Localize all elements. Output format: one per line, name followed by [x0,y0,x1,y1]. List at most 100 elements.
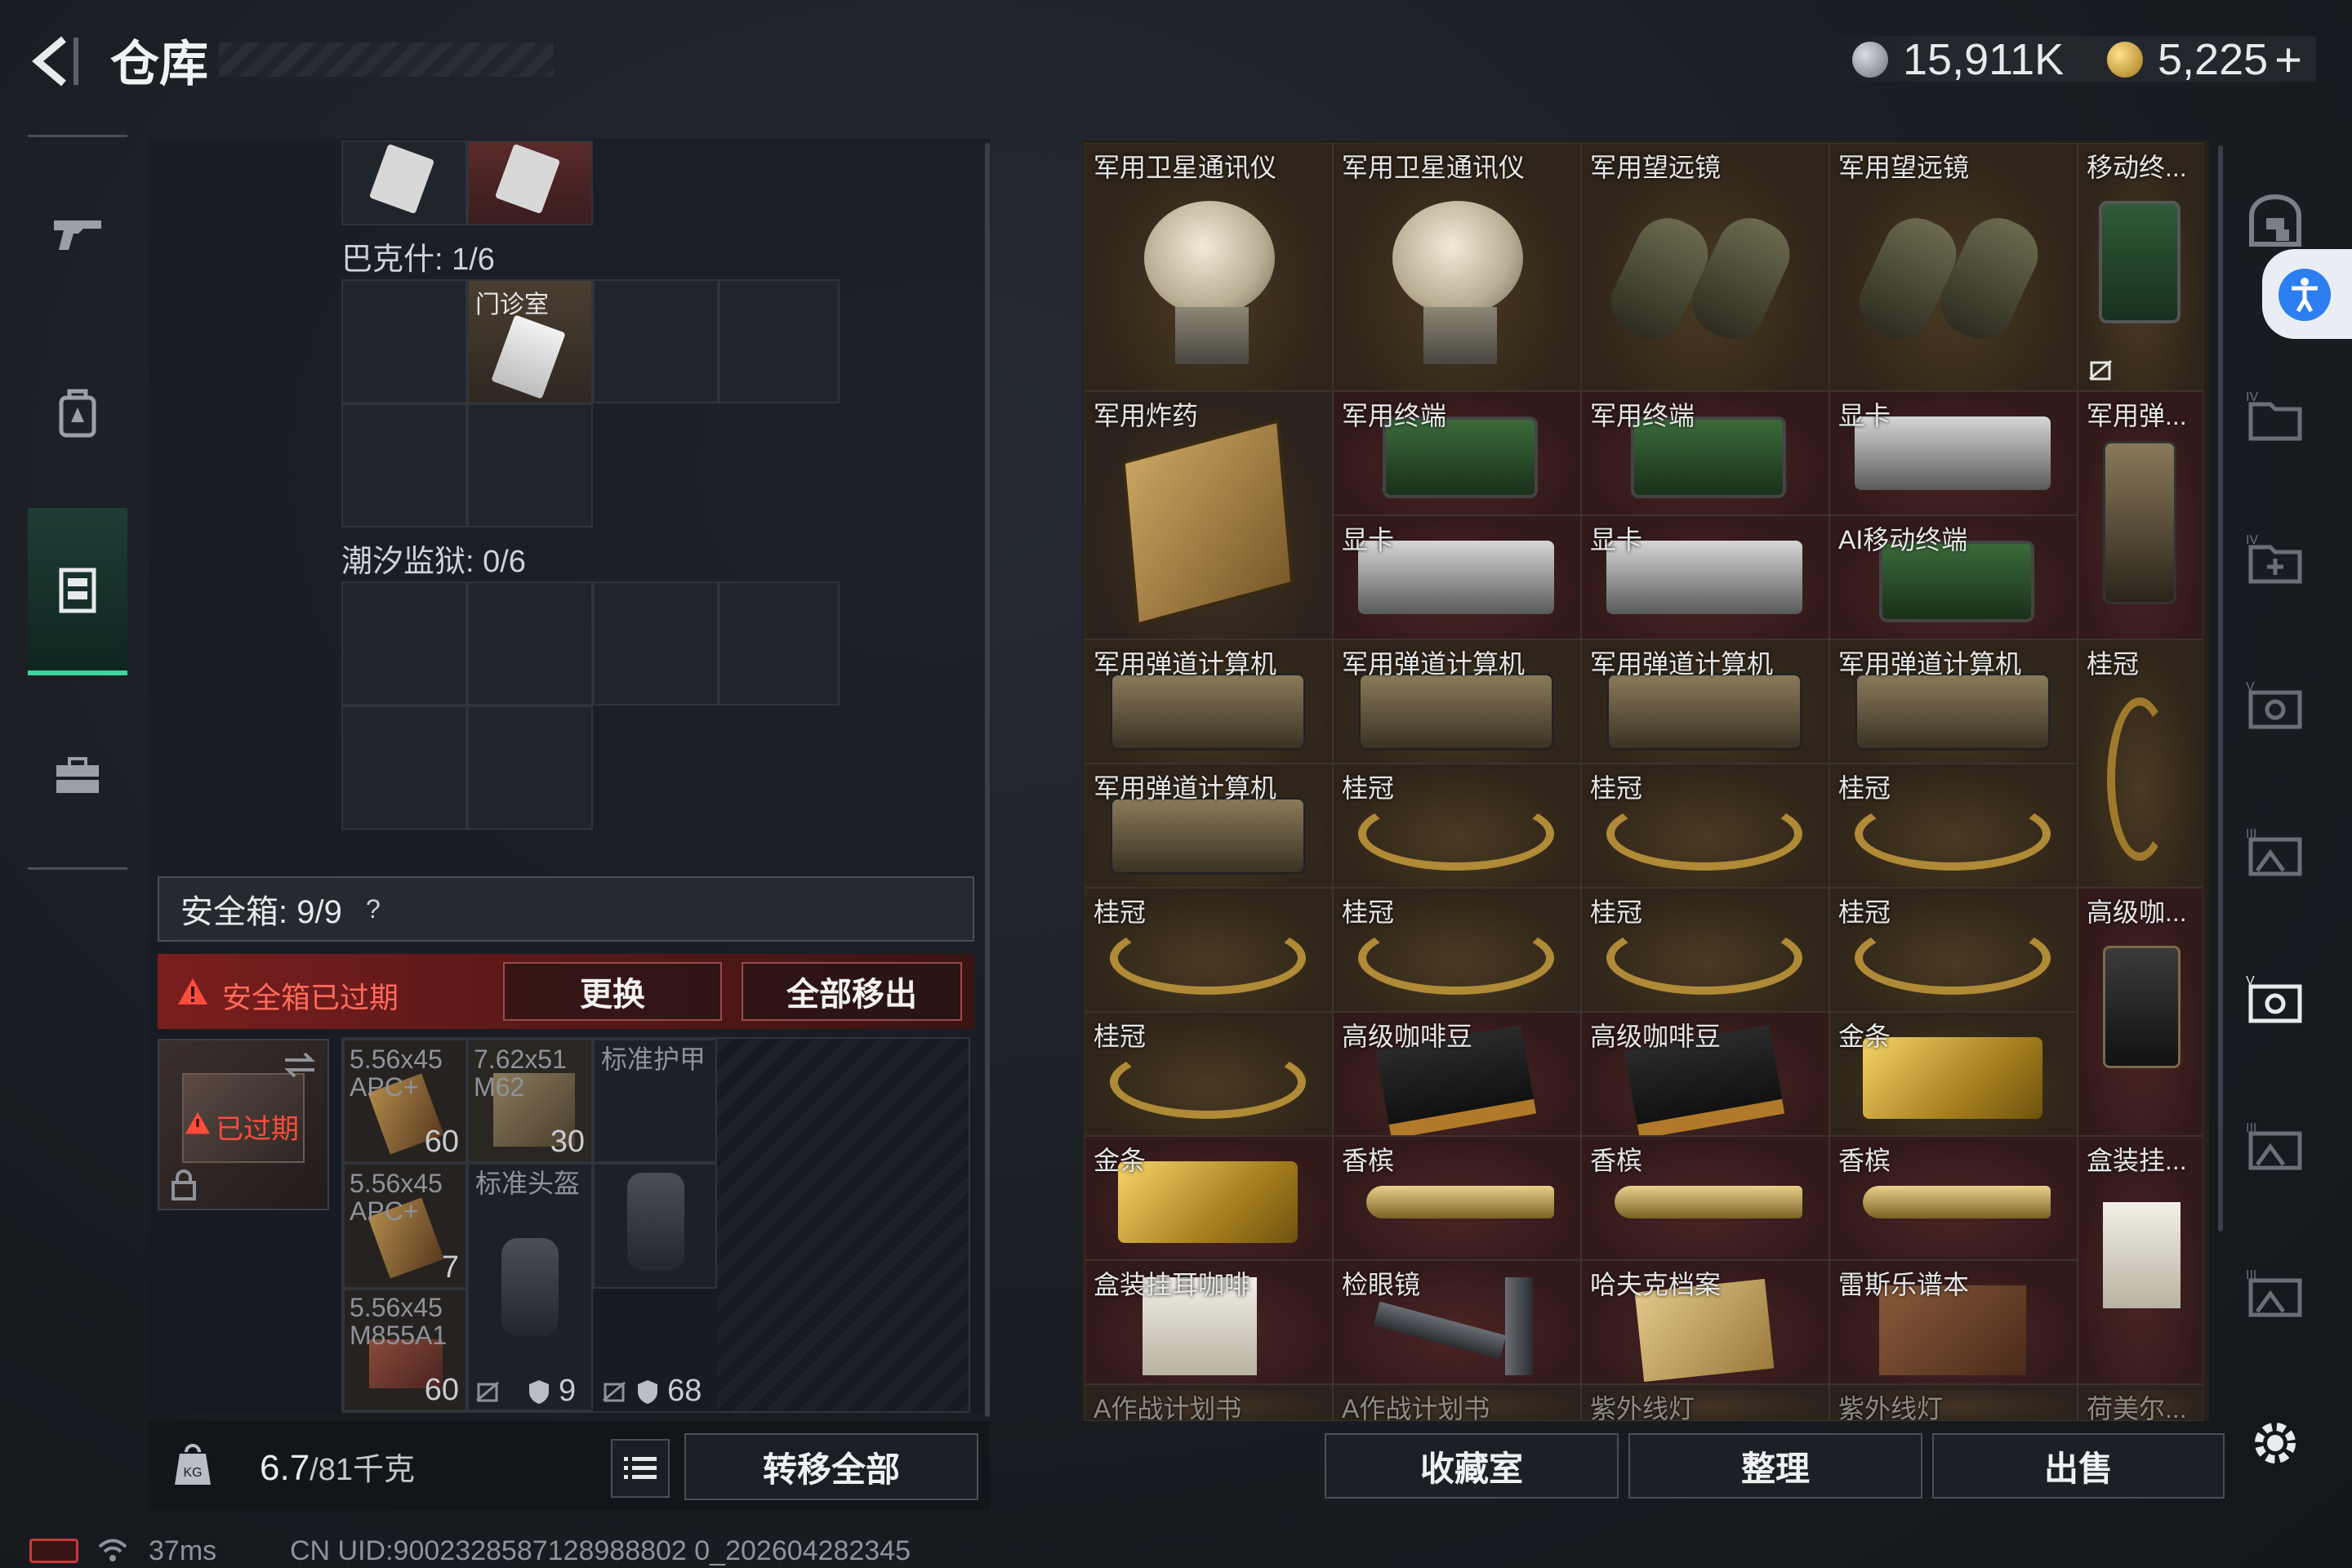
safebox-header[interactable]: 安全箱: 9/9 ? [158,876,974,942]
grid-cell[interactable] [467,581,593,706]
stash-item[interactable]: 桂冠 [1829,764,2078,888]
nav-backpack[interactable] [28,347,127,478]
stash-item[interactable]: 军用弹... [2078,391,2203,639]
ammo-slot[interactable]: 5.56x45 M855A1 60 [343,1289,467,1411]
stash-item[interactable]: 军用弹道计算机 [1581,639,1829,764]
camera-tab-icon: V [2246,974,2302,1023]
stash-item[interactable]: 显卡 [1333,515,1581,639]
accessibility-button[interactable] [2262,249,2352,339]
stash-item[interactable]: A作战计划书 [1333,1384,1581,1421]
stash-item[interactable]: 盒装挂... [2078,1136,2203,1384]
nav-briefcase[interactable] [28,710,127,841]
stash-item[interactable]: 检眼镜 [1333,1260,1581,1384]
ballistic-computer-icon [1110,797,1306,875]
ammo-slot[interactable]: 5.56x45 APC+ 7 [343,1163,467,1289]
grid-cell[interactable] [467,706,593,830]
gold-currency[interactable]: 5,225 + [2107,31,2302,88]
replace-button[interactable]: 更换 [503,962,722,1021]
champagne-icon [1366,1186,1554,1218]
stash-item[interactable]: 军用弹道计算机 [1085,639,1333,764]
grid-cell[interactable] [719,581,840,706]
left-scrollbar[interactable] [985,143,990,1417]
stash-tab-6[interactable]: III [2234,1250,2316,1339]
ammo-slot[interactable]: 5.56x45 APC+ 60 [343,1039,467,1163]
grid-cell[interactable] [341,706,467,830]
stash-item[interactable]: 军用弹道计算机 [1829,639,2078,764]
stash-item[interactable]: 移动终... [2078,143,2203,391]
list-view-button[interactable] [611,1439,670,1498]
stash-item[interactable]: A作战计划书 [1085,1384,1333,1421]
nav-weapons[interactable] [28,167,127,298]
stash-item[interactable]: 军用望远镜 [1829,143,2078,391]
ammo-slot[interactable]: 7.62x51 M62 30 [467,1039,593,1163]
stash-item[interactable]: 桂冠 [1333,764,1581,888]
stash-item[interactable]: 显卡 [1829,391,2078,515]
stash-item[interactable]: 香槟 [1333,1136,1581,1260]
swap-icon[interactable] [282,1050,318,1080]
stash-item[interactable]: 桂冠 [1085,1012,1333,1136]
stash-item[interactable]: 桂冠 [1581,888,1829,1012]
stash-item[interactable]: 军用终端 [1333,391,1581,515]
stash-scrollbar[interactable] [2218,145,2223,1232]
stash-item[interactable]: 高级咖... [2078,888,2203,1136]
stash-item[interactable]: 军用望远镜 [1581,143,1829,391]
stash-tab-3[interactable]: V [2234,662,2316,751]
back-arrow-icon[interactable] [24,33,82,90]
stash-tab-active[interactable]: V [2234,956,2316,1045]
grid-cell[interactable] [467,403,593,528]
armor-image-slot[interactable] [593,1163,717,1289]
bakshi-slot-1[interactable] [341,140,467,225]
stash-item[interactable]: 金条 [1829,1012,2078,1136]
stash-item[interactable]: 雷斯乐谱本 [1829,1260,2078,1384]
grid-cell[interactable] [593,279,719,403]
remove-all-button[interactable]: 全部移出 [742,962,962,1021]
help-icon[interactable]: ? [355,891,391,927]
add-currency-button[interactable]: + [2274,33,2302,87]
stash-item[interactable]: 显卡 [1581,515,1829,639]
stash-tab-5[interactable]: III [2234,1102,2316,1192]
grid-cell[interactable] [341,279,467,403]
stash-item[interactable]: 军用终端 [1581,391,1829,515]
stash-tab-2[interactable]: IV [2234,372,2316,461]
item-name: 桂冠 [1838,773,1891,803]
bakshi-slot-2[interactable] [467,140,593,225]
stash-tab-add[interactable]: IV [2234,514,2316,604]
armor-slot[interactable]: 标准护甲 [593,1039,717,1163]
stash-item[interactable]: 桂冠 [1085,888,1333,1012]
stash-item[interactable]: 军用弹道计算机 [1333,639,1581,764]
keycard-icon [491,314,566,399]
grid-cell[interactable] [719,279,840,403]
stash-item[interactable]: 香槟 [1829,1136,2078,1260]
stash-item[interactable]: 桂冠 [1829,888,2078,1012]
stash-item[interactable]: 军用卫星通讯仪 [1333,143,1581,391]
grid-cell[interactable] [593,581,719,706]
stash-tab-4[interactable]: III [2234,808,2316,898]
settings-button[interactable] [2234,1398,2316,1488]
sort-button[interactable]: 整理 [1628,1433,1922,1499]
sell-button[interactable]: 出售 [1932,1433,2225,1499]
collection-room-button[interactable]: 收藏室 [1325,1433,1619,1499]
stash-item[interactable]: 军用卫星通讯仪 [1085,143,1333,391]
stash-item[interactable]: 紫外线灯 [1829,1384,2078,1421]
transfer-all-button[interactable]: 转移全部 [684,1433,978,1500]
stash-item[interactable]: 金条 [1085,1136,1333,1260]
stash-item[interactable]: 桂冠 [1333,888,1581,1012]
stash-item[interactable]: 紫外线灯 [1581,1384,1829,1421]
stash-item[interactable]: 盒装挂耳咖啡 [1085,1260,1333,1384]
ophthalmoscope-handle [1505,1277,1533,1375]
stash-item[interactable]: 荷美尔... [2078,1384,2203,1421]
nav-chest-rig[interactable] [28,508,127,675]
stash-item[interactable]: 高级咖啡豆 [1333,1012,1581,1136]
page-title: 仓库 [110,37,208,91]
grid-cell[interactable] [341,403,467,528]
stash-item[interactable]: 军用弹道计算机 [1085,764,1333,888]
stash-item[interactable]: 军用炸药 [1085,391,1333,639]
stash-item[interactable]: 高级咖啡豆 [1581,1012,1829,1136]
stash-item[interactable]: 香槟 [1581,1136,1829,1260]
grid-cell[interactable] [341,581,467,706]
stash-item[interactable]: 桂冠 [1581,764,1829,888]
clinic-keycard-slot[interactable]: 门诊室 [467,279,593,403]
stash-item[interactable]: AI移动终端 [1829,515,2078,639]
stash-item[interactable]: 桂冠 [2078,639,2203,888]
stash-item[interactable]: 哈夫克档案 [1581,1260,1829,1384]
